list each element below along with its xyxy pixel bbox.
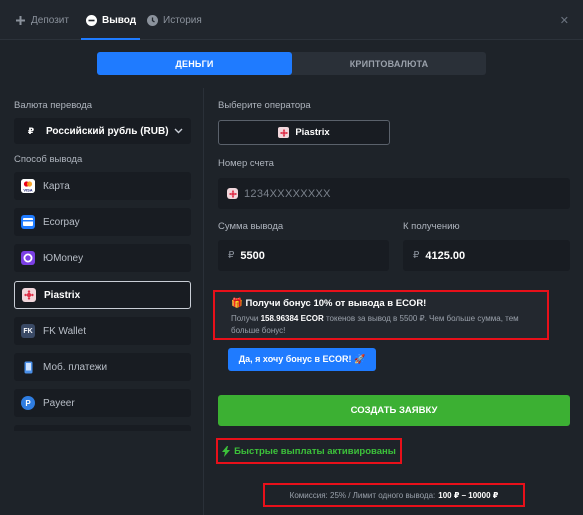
limits-value: 100 ₽ – 10000 ₽ (438, 490, 499, 500)
column-divider (203, 88, 204, 515)
method-item-card[interactable]: VISA Карта (14, 172, 191, 200)
yoomoney-icon (21, 251, 35, 265)
top-tab-bar: Депозит Вывод История ✕ (0, 0, 583, 40)
currency-select[interactable]: ₽ Российский рубль (RUB) (14, 118, 191, 144)
method-label-payeer: Payeer (43, 397, 75, 409)
method-label-card: Карта (43, 180, 70, 192)
lightning-icon (222, 445, 231, 457)
receive-label: К получению (403, 221, 460, 232)
payeer-icon: P (21, 396, 35, 410)
bonus-description: Получи 158.96384 ECOR токенов за вывод в… (231, 313, 541, 337)
bonus-promo: 🎁 Получи бонус 10% от вывода в ECOR! Пол… (213, 290, 549, 340)
piastrix-icon (22, 288, 36, 302)
ecorpay-icon (21, 215, 35, 229)
method-item-ecorpay[interactable]: Ecorpay (14, 208, 191, 236)
visa-card-icon: VISA (21, 179, 35, 193)
tab-history[interactable]: История (146, 0, 202, 40)
method-label: Способ вывода (14, 154, 83, 165)
crypto-tab-button[interactable]: КРИПТОВАЛЮТА (292, 52, 486, 75)
operator-label: Выберите оператора (218, 100, 311, 111)
ruble-icon: ₽ (228, 250, 235, 261)
receive-value: 4125.00 (425, 249, 466, 262)
method-item-mobile[interactable]: Моб. платежи (14, 353, 191, 381)
close-icon[interactable]: ✕ (560, 14, 569, 27)
fk-wallet-icon: FK (21, 324, 35, 338)
commission-limits: Комиссия: 25% / Лимит одного вывода: 100… (263, 483, 525, 507)
bonus-text-prefix: Получи (231, 314, 259, 323)
gift-icon: 🎁 (231, 298, 243, 309)
method-label-ecorpay: Ecorpay (43, 216, 80, 228)
operator-value: Piastrix (295, 127, 330, 138)
fast-payouts-text: Быстрые выплаты активированы (234, 445, 396, 457)
tab-deposit-label: Депозит (31, 14, 69, 26)
money-tab-button[interactable]: ДЕНЬГИ (97, 52, 292, 75)
amount-field[interactable]: ₽ 5500 (218, 240, 389, 271)
method-label-piastrix: Piastrix (44, 289, 81, 301)
piastrix-icon (227, 188, 238, 199)
method-label-yoomoney: ЮMoney (43, 252, 84, 264)
account-field[interactable]: 1234XXXXXXXX (218, 178, 570, 209)
bonus-title: 🎁 Получи бонус 10% от вывода в ECOR! (231, 298, 426, 309)
svg-text:VISA: VISA (23, 188, 32, 193)
receive-field: ₽ 4125.00 (403, 240, 570, 271)
ruble-icon: ₽ (27, 125, 35, 136)
accept-bonus-button[interactable]: Да, я хочу бонус в ECOR! 🚀 (228, 348, 376, 371)
payment-type-switch: ДЕНЬГИ КРИПТОВАЛЮТА (97, 52, 486, 75)
minus-circle-icon (85, 14, 97, 26)
method-item-piastrix[interactable]: Piastrix (14, 281, 191, 309)
clock-icon (146, 14, 158, 26)
amount-label: Сумма вывода (218, 221, 284, 232)
piastrix-icon (278, 127, 290, 138)
operator-select[interactable]: Piastrix (218, 120, 390, 145)
currency-label: Валюта перевода (14, 100, 93, 111)
amount-value: 5500 (240, 249, 265, 262)
tab-withdraw-label: Вывод (102, 14, 137, 26)
bonus-amount: 158.96384 ECOR (260, 314, 324, 323)
phone-icon (21, 360, 35, 374)
method-item-yoomoney[interactable]: ЮMoney (14, 244, 191, 272)
bonus-title-text: Получи бонус 10% от вывода в ECOR! (245, 298, 427, 309)
method-label-fk-wallet: FK Wallet (43, 325, 86, 337)
method-label-mobile: Моб. платежи (43, 361, 108, 373)
create-request-button[interactable]: СОЗДАТЬ ЗАЯВКУ (218, 395, 570, 426)
account-label: Номер счета (218, 158, 274, 169)
plus-icon (14, 14, 26, 26)
ruble-icon: ₽ (413, 250, 420, 261)
currency-value: Российский рубль (RUB) (46, 125, 169, 137)
chevron-down-icon (174, 126, 183, 137)
fast-payouts-status: Быстрые выплаты активированы (216, 438, 402, 464)
method-item-payeer[interactable]: P Payeer (14, 389, 191, 417)
limits-prefix: Комиссия: 25% / Лимит одного вывода: (289, 490, 436, 500)
account-placeholder: 1234XXXXXXXX (244, 187, 331, 200)
method-item-fk-wallet[interactable]: FK FK Wallet (14, 317, 191, 345)
method-item-partial (14, 425, 191, 431)
tab-deposit[interactable]: Депозит (14, 0, 69, 40)
tab-withdraw[interactable]: Вывод (80, 0, 141, 40)
tab-history-label: История (163, 14, 202, 26)
